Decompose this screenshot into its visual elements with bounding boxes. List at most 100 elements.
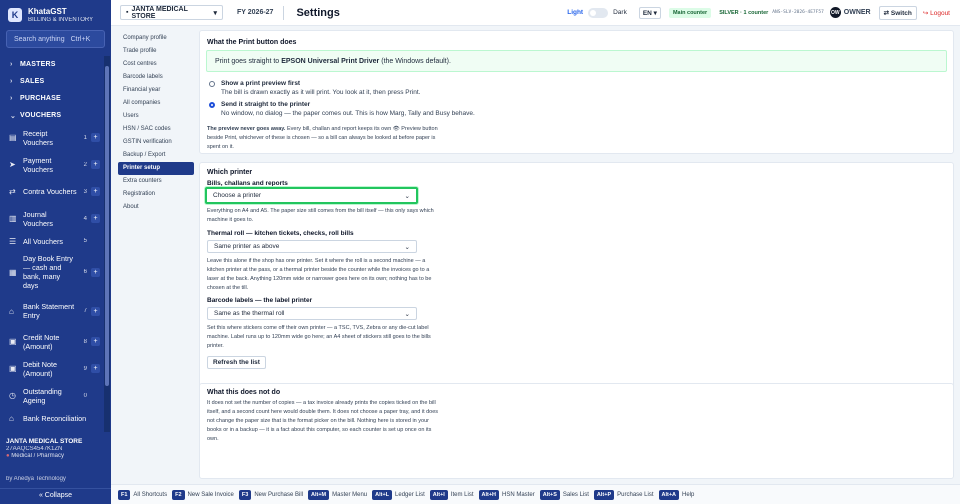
sidebar-item-label: Day Book Entry — cash and bank, many day… (23, 254, 73, 290)
logout-label: Logout (930, 9, 950, 17)
shortcut-label: Purchase List (617, 491, 654, 498)
add-icon[interactable]: + (91, 187, 100, 196)
radio-button[interactable] (209, 81, 215, 87)
shortcut-label: New Purchase Bill (254, 491, 303, 498)
sidebar-item-receipt-vouchers[interactable]: ▤ Receipt Vouchers 1 + (0, 124, 104, 151)
daybook-icon: ▦ (9, 267, 17, 277)
settings-nav-printer-setup[interactable]: Printer setup (118, 162, 194, 175)
credit-note-icon: ▣ (9, 337, 17, 346)
switch-button[interactable]: ⇄ Switch (878, 5, 917, 20)
preview-note-bold: The preview never goes away. (207, 126, 286, 132)
settings-nav-gstin-verification[interactable]: GSTIN verification (118, 136, 194, 149)
shortcut-item-list[interactable]: Alt+I Item List (429, 489, 474, 500)
shortcut-key: F1 (118, 489, 131, 500)
shortcut-key: Alt+L (372, 489, 393, 500)
add-icon[interactable]: + (91, 337, 100, 346)
settings-nav-about[interactable]: About (118, 201, 194, 214)
sidebar-item-payment-vouchers[interactable]: ➤ Payment Vouchers 2 + (0, 151, 104, 178)
add-icon[interactable]: + (91, 364, 100, 373)
settings-nav-extra-counters[interactable]: Extra counters (118, 175, 194, 188)
avatar[interactable]: OW (829, 7, 841, 18)
shortcut-sales-list[interactable]: Alt+S Sales List (539, 489, 589, 500)
language-value: EN (642, 9, 652, 17)
option-preview-first[interactable]: Show a print preview first The bill is d… (209, 80, 420, 96)
barcode-printer-select[interactable]: Same as the thermal roll ⌄ (207, 307, 417, 320)
footer-firm-name: JANTA MEDICAL STORE (6, 438, 83, 445)
sidebar-item-credit-note[interactable]: ▣ Credit Note (Amount) 8 + (0, 328, 104, 355)
shortcut-ledger-list[interactable]: Alt+L Ledger List (372, 489, 425, 500)
list-icon: ☰ (9, 236, 17, 246)
add-icon[interactable]: + (91, 133, 100, 142)
settings-nav-hsn-sac[interactable]: HSN / SAC codes (118, 123, 194, 136)
financial-year[interactable]: FY 2026-27 (237, 9, 273, 16)
sidebar-item-bank-statement[interactable]: ⌂ Bank Statement Entry 7 + (0, 294, 104, 328)
shortcut-key: 8 (83, 338, 87, 345)
sidebar-item-journal-vouchers[interactable]: ▥ Journal Vouchers 4 + (0, 205, 104, 232)
company-selector[interactable]: ▪ JANTA MEDICAL STORE ▾ (120, 5, 223, 20)
shortcut-key: Alt+A (658, 489, 680, 500)
sidebar-item-label: Bank Statement Entry (23, 302, 75, 320)
sidebar-group-purchase[interactable]: › PURCHASE (0, 90, 104, 107)
option-description: The bill is drawn exactly as it will pri… (221, 89, 421, 96)
theme-toggle[interactable] (588, 7, 609, 18)
shortcut-help[interactable]: Alt+A Help (658, 489, 694, 500)
settings-nav-cost-centres[interactable]: Cost centres (118, 58, 194, 71)
sidebar-item-contra-vouchers[interactable]: ⇄ Contra Vouchers 3 + (0, 178, 104, 205)
sidebar-item-all-vouchers[interactable]: ☰ All Vouchers 5 (0, 232, 104, 250)
ageing-icon: ◷ (9, 391, 16, 400)
shortcut-hsn-master[interactable]: Alt+H HSN Master (478, 489, 535, 500)
shortcut-label: Ledger List (395, 491, 425, 498)
sidebar-item-label: Journal Vouchers (23, 209, 53, 228)
settings-nav-users[interactable]: Users (118, 110, 194, 123)
shortcut-master-menu[interactable]: Alt+M Master Menu (308, 489, 367, 500)
thermal-printer-select[interactable]: Same printer as above ⌄ (207, 240, 417, 253)
logout-button[interactable]: ↪ Logout (923, 9, 950, 17)
sidebar-group-vouchers[interactable]: ⌄ VOUCHERS (0, 107, 104, 124)
select-value: Same printer as above (214, 243, 280, 250)
sidebar-item-bank-reconciliation[interactable]: ⌂ Bank Reconciliation (0, 409, 104, 427)
divider (283, 5, 285, 20)
sidebar-item-outstanding-ageing[interactable]: ◷ Outstanding Ageing 0 (0, 382, 104, 409)
settings-nav-company-profile[interactable]: Company profile (118, 32, 194, 45)
collapse-button[interactable]: « Collapse (0, 488, 111, 502)
section-heading: Which printer (207, 169, 253, 176)
radio-button-selected[interactable] (209, 102, 215, 108)
shortcut-new-purchase[interactable]: F3 New Purchase Bill (238, 489, 303, 500)
section-heading: What this does not do (207, 389, 281, 396)
settings-nav-backup-export[interactable]: Backup / Export (118, 149, 194, 162)
settings-nav-all-companies[interactable]: All companies (118, 97, 194, 110)
scrollbar-thumb[interactable] (105, 66, 109, 386)
shortcut-key: 6 (83, 269, 87, 275)
sidebar-item-label: Contra Vouchers (23, 187, 77, 196)
brand-name: KhataGST (28, 6, 67, 16)
settings-nav-financial-year[interactable]: Financial year (118, 84, 194, 97)
sidebar-item-debit-note[interactable]: ▣ Debit Note (Amount) 9 + (0, 355, 104, 382)
add-icon[interactable]: + (91, 267, 100, 277)
option-send-straight[interactable]: Send it straight to the printer No windo… (209, 101, 475, 117)
shortcut-key: 3 (83, 188, 87, 195)
shortcut-all[interactable]: F1 All Shortcuts (118, 489, 167, 500)
settings-nav-registration[interactable]: Registration (118, 188, 194, 201)
sidebar-scrollbar[interactable] (104, 56, 110, 432)
sidebar-item-day-book[interactable]: ▦ Day Book Entry — cash and bank, many d… (0, 250, 104, 294)
add-icon[interactable]: + (91, 306, 100, 316)
footer-category: ● Medical / Pharmacy (6, 453, 105, 459)
sidebar-group-label: VOUCHERS (20, 112, 62, 119)
language-selector[interactable]: EN ▾ (638, 6, 661, 19)
footer-gstin: 27AAQCS4547K1ZN (6, 446, 63, 452)
refresh-list-button[interactable]: Refresh the list (207, 356, 266, 369)
shortcut-new-sale[interactable]: F2 New Sale Invoice (172, 489, 234, 500)
sidebar-group-masters[interactable]: › MASTERS (0, 56, 104, 73)
shortcut-purchase-list[interactable]: Alt+P Purchase List (593, 489, 654, 500)
settings-nav-trade-profile[interactable]: Trade profile (118, 45, 194, 58)
add-icon[interactable]: + (91, 160, 100, 169)
contra-icon: ⇄ (9, 187, 16, 196)
shortcut-key: 9 (83, 365, 87, 372)
settings-nav-barcode-labels[interactable]: Barcode labels (118, 71, 194, 84)
sidebar-group-sales[interactable]: › SALES (0, 73, 104, 90)
search-input[interactable]: Search anything Ctrl+K (6, 30, 105, 48)
add-icon[interactable]: + (91, 214, 100, 223)
shortcut-key: Alt+S (539, 489, 560, 500)
default-printer-name: EPSON Universal Print Driver (281, 57, 380, 65)
bills-printer-select[interactable]: Choose a printer ⌄ (205, 187, 418, 204)
